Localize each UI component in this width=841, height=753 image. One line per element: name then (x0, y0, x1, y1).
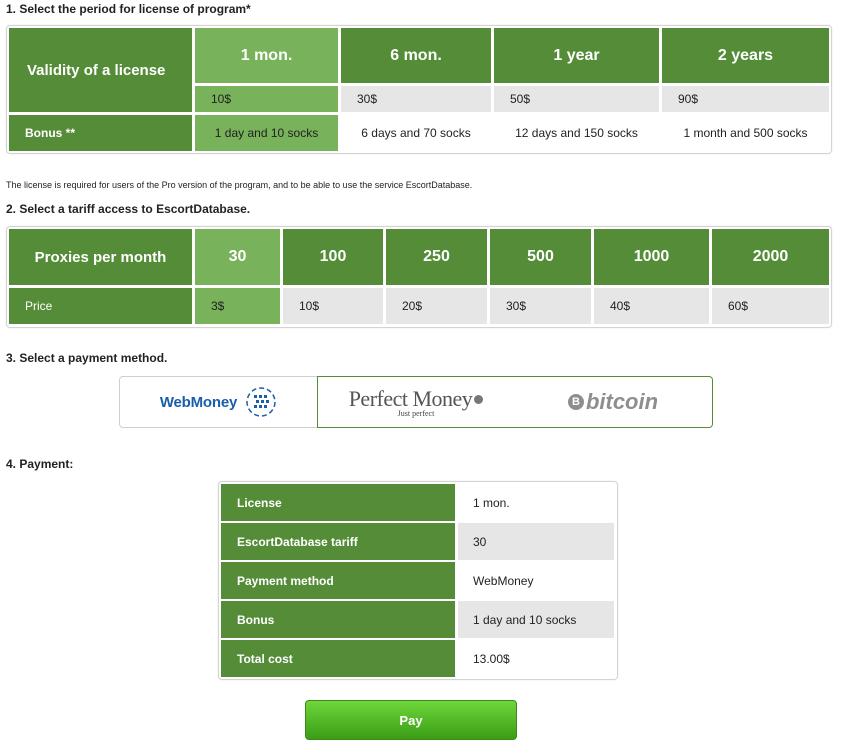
webmoney-globe-icon (246, 387, 276, 417)
summary-method-label: Payment method (221, 562, 455, 599)
license-price-1mon[interactable]: 10$ (195, 86, 338, 112)
perfectmoney-badge-icon (474, 394, 484, 404)
tariff-price-1000[interactable]: 40$ (594, 288, 709, 324)
section-payment-heading: 4. Payment: (6, 457, 74, 471)
summary-bonus-value: 1 day and 10 socks (458, 601, 614, 638)
tariff-option-30[interactable]: 30 (195, 229, 280, 285)
bitcoin-label: bitcoin (585, 389, 659, 414)
payment-webmoney-option[interactable]: WebMoney (119, 376, 318, 428)
license-bonus-6mon[interactable]: 6 days and 70 socks (341, 115, 491, 151)
tariff-option-2000[interactable]: 2000 (712, 229, 829, 285)
summary-tariff-value: 30 (458, 523, 614, 560)
tariff-table: Proxies per month Price 30 3$ 100 10$ 25… (6, 226, 832, 328)
license-period-6mon[interactable]: 6 mon. (341, 28, 491, 83)
license-bonus-2years[interactable]: 1 month and 500 socks (662, 115, 829, 151)
license-period-1mon[interactable]: 1 mon. (195, 28, 338, 83)
tariff-price-500[interactable]: 30$ (490, 288, 591, 324)
pay-button[interactable]: Pay (305, 700, 517, 740)
bonus-row-label: Bonus ** (9, 115, 192, 151)
tariff-option-1000[interactable]: 1000 (594, 229, 709, 285)
perfectmoney-tagline: Just perfect (397, 409, 435, 418)
tariff-price-30[interactable]: 3$ (195, 288, 280, 324)
webmoney-label: WebMoney (159, 393, 238, 411)
summary-total-value: 13.00$ (473, 651, 510, 666)
license-bonus-1mon[interactable]: 1 day and 10 socks (195, 115, 338, 151)
summary-tariff-label: EscortDatabase tariff (221, 523, 455, 560)
tariff-option-250[interactable]: 250 (386, 229, 487, 285)
bitcoin-icon: B (567, 394, 584, 410)
tariff-price-250[interactable]: 20$ (386, 288, 487, 324)
tariff-price-2000[interactable]: 60$ (712, 288, 829, 324)
section-tariff-heading: 2. Select a tariff access to EscortDatab… (6, 202, 251, 216)
summary-license-value: 1 mon. (473, 495, 510, 510)
tariff-price-label: Price (9, 288, 192, 324)
summary-bonus-label: Bonus (221, 601, 455, 638)
summary-total-label: Total cost (221, 640, 455, 677)
license-period-2years[interactable]: 2 years (662, 28, 829, 83)
license-bonus-1year[interactable]: 12 days and 150 socks (494, 115, 659, 151)
section-payment-method-heading: 3. Select a payment method. (6, 351, 168, 365)
payment-perfectmoney-option[interactable]: Perfect Money Just perfect (317, 376, 515, 428)
tariff-option-100[interactable]: 100 (283, 229, 383, 285)
tariff-price-100[interactable]: 10$ (283, 288, 383, 324)
license-price-6mon[interactable]: 30$ (341, 86, 491, 112)
tariff-option-500[interactable]: 500 (490, 229, 591, 285)
summary-method-value: WebMoney (473, 573, 534, 588)
license-period-1year[interactable]: 1 year (494, 28, 659, 83)
license-table: Validity of a license Bonus ** 1 mon. 10… (6, 25, 832, 154)
tariff-row-label: Proxies per month (9, 229, 192, 285)
payment-bitcoin-option[interactable]: B bitcoin (514, 376, 713, 428)
license-price-2years[interactable]: 90$ (662, 86, 829, 112)
section-license-heading: 1. Select the period for license of prog… (6, 2, 251, 16)
license-row-label: Validity of a license (9, 28, 192, 112)
license-price-1year[interactable]: 50$ (494, 86, 659, 112)
license-note: The license is required for users of the… (6, 180, 473, 190)
summary-license-label: License (221, 484, 455, 521)
